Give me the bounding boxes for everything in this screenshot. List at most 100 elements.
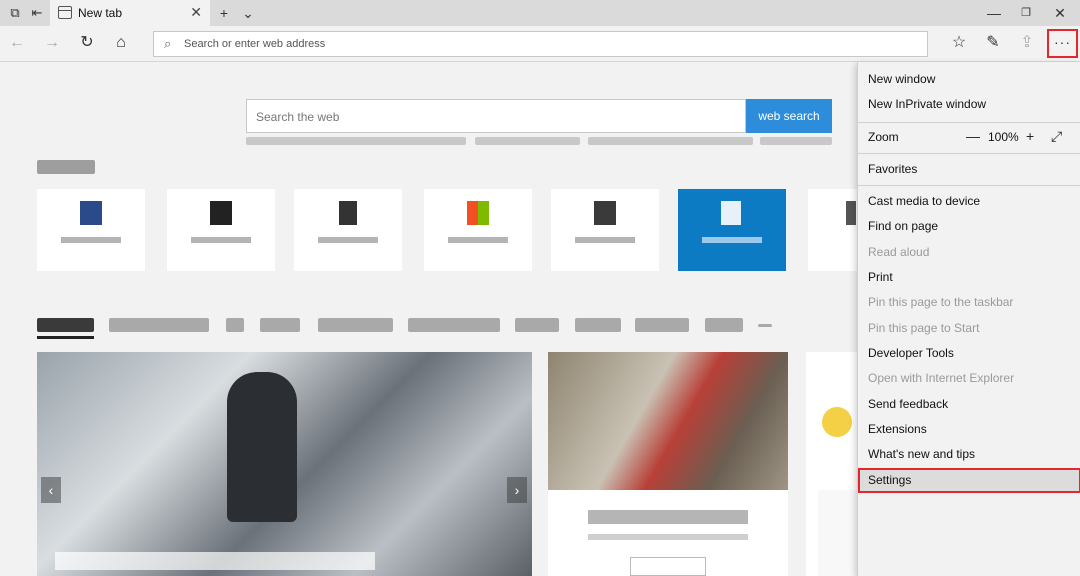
site-label-blurred (61, 237, 121, 243)
menu-item-pin-to-start: Pin this page to Start (858, 316, 1080, 341)
zoom-in-icon[interactable]: + (1026, 128, 1034, 144)
menu-item-label: Pin this page to Start (868, 321, 980, 335)
feed-tab-blurred[interactable] (226, 318, 244, 332)
trending-searches-blurred (246, 137, 466, 145)
menu-item-send-feedback[interactable]: Send feedback (858, 392, 1080, 417)
top-site-tile[interactable] (167, 189, 275, 271)
feed-tab-blurred[interactable] (635, 318, 689, 332)
story-card-title-blurred (588, 510, 748, 524)
menu-item-new-inprivate-window[interactable]: New InPrivate window (858, 92, 1080, 117)
new-tab-plus-icon[interactable]: + (214, 3, 234, 23)
menu-item-cast-media[interactable]: Cast media to device (858, 189, 1080, 214)
tab-new-tab[interactable]: New tab ✕ (50, 0, 210, 26)
feed-tab-blurred[interactable] (318, 318, 393, 332)
tab-title: New tab (78, 6, 123, 20)
address-placeholder: Search or enter web address (184, 38, 326, 50)
tab-manager-icon[interactable]: ⧉ (6, 4, 24, 22)
favorites-star-icon[interactable]: ☆ (948, 32, 970, 54)
feed-tab-blurred[interactable] (575, 318, 621, 332)
menu-item-print[interactable]: Print (858, 265, 1080, 290)
menu-divider (858, 153, 1080, 154)
chevron-down-icon[interactable]: ⌄ (238, 3, 258, 23)
amazon-logo-icon (339, 201, 357, 225)
web-search-button[interactable]: web search (746, 99, 832, 133)
menu-item-label: New InPrivate window (868, 97, 987, 111)
menu-item-read-aloud: Read aloud (858, 240, 1080, 265)
menu-item-pin-to-taskbar: Pin this page to the taskbar (858, 290, 1080, 315)
menu-item-open-with-ie: Open with Internet Explorer (858, 366, 1080, 391)
site-label-blurred (318, 237, 378, 243)
new-tab-favicon-icon (58, 6, 72, 19)
full-screen-icon[interactable]: ⤢ (1051, 128, 1062, 145)
menu-item-whats-new[interactable]: What's new and tips (858, 442, 1080, 467)
feed-tab-blurred[interactable] (260, 318, 300, 332)
feed-tab-blurred[interactable] (408, 318, 500, 332)
pen-icon[interactable]: ✎ (982, 32, 1004, 54)
share-icon[interactable]: ⇪ (1016, 32, 1038, 54)
top-site-tile[interactable] (551, 189, 659, 271)
hero-story-image[interactable]: ‹ › (37, 352, 532, 576)
menu-item-label: Find on page (868, 219, 939, 233)
top-site-tile-linkedin[interactable] (678, 189, 786, 271)
linkedin-logo-icon (721, 201, 741, 225)
trending-searches-blurred (760, 137, 832, 145)
feed-tab-blurred[interactable] (515, 318, 559, 332)
menu-item-label: Zoom (868, 130, 899, 144)
back-icon[interactable]: ← (6, 32, 28, 54)
forward-icon[interactable]: → (41, 32, 63, 54)
close-window-icon[interactable]: ✕ (1050, 3, 1070, 23)
site-logo-icon (594, 201, 616, 225)
title-bar: ⧉ ⇤ New tab ✕ + ⌄ — ❐ ✕ (0, 0, 1080, 26)
menu-item-label: Read aloud (868, 245, 930, 259)
menu-item-label: Open with Internet Explorer (868, 371, 1015, 385)
site-label-blurred (448, 237, 508, 243)
restore-icon[interactable]: ❐ (1016, 3, 1036, 23)
feed-tab-blurred[interactable] (109, 318, 209, 332)
menu-item-settings[interactable]: Settings (858, 468, 1080, 493)
site-logo-icon (80, 201, 102, 225)
navigation-bar: ← → ↻ ⌂ ⌕ Search or enter web address ☆ … (0, 26, 1080, 62)
search-icon: ⌕ (164, 36, 172, 51)
feed-tab-blurred[interactable] (705, 318, 743, 332)
feed-more-blurred[interactable] (758, 324, 772, 327)
menu-item-new-window[interactable]: New window (858, 67, 1080, 92)
menu-item-developer-tools[interactable]: Developer Tools (858, 341, 1080, 366)
top-site-tile[interactable] (37, 189, 145, 271)
close-tab-icon[interactable]: ✕ (190, 4, 202, 21)
weather-forecast-cell (818, 490, 858, 576)
story-card-image (548, 352, 788, 490)
trending-searches-blurred (588, 137, 753, 145)
menu-item-label: Developer Tools (868, 346, 954, 360)
menu-item-favorites[interactable]: Favorites (858, 157, 1080, 182)
feed-tab-blurred[interactable] (37, 318, 94, 332)
story-card[interactable] (548, 352, 788, 576)
story-card-button-blurred[interactable] (630, 557, 706, 576)
site-label-blurred (702, 237, 762, 243)
chevron-right-icon[interactable]: › (507, 477, 527, 503)
address-bar[interactable]: ⌕ Search or enter web address (153, 31, 928, 57)
site-label-blurred (575, 237, 635, 243)
menu-item-label: What's new and tips (868, 447, 976, 461)
menu-item-label: Cast media to device (868, 194, 981, 208)
trending-searches-blurred (475, 137, 580, 145)
menu-divider (858, 185, 1080, 186)
top-site-tile[interactable] (424, 189, 532, 271)
chevron-left-icon[interactable]: ‹ (41, 477, 61, 503)
top-site-tile[interactable] (294, 189, 402, 271)
store-logo-icon (210, 201, 232, 225)
menu-item-label: Settings (868, 473, 912, 487)
menu-item-extensions[interactable]: Extensions (858, 417, 1080, 442)
feed-tab-active-underline (37, 336, 94, 339)
menu-item-label: Send feedback (868, 397, 949, 411)
menu-item-find-on-page[interactable]: Find on page (858, 214, 1080, 239)
minimize-icon[interactable]: — (984, 3, 1004, 23)
more-icon[interactable]: ··· (1047, 29, 1078, 58)
web-search-input[interactable]: Search the web (246, 99, 746, 133)
menu-item-label: New window (868, 72, 936, 86)
microsoft-logo-icon (467, 201, 489, 225)
set-tabs-aside-icon[interactable]: ⇤ (28, 4, 46, 22)
home-icon[interactable]: ⌂ (110, 32, 132, 54)
top-site-tile[interactable] (808, 189, 858, 271)
refresh-icon[interactable]: ↻ (76, 32, 98, 54)
zoom-out-icon[interactable]: — (966, 128, 980, 144)
